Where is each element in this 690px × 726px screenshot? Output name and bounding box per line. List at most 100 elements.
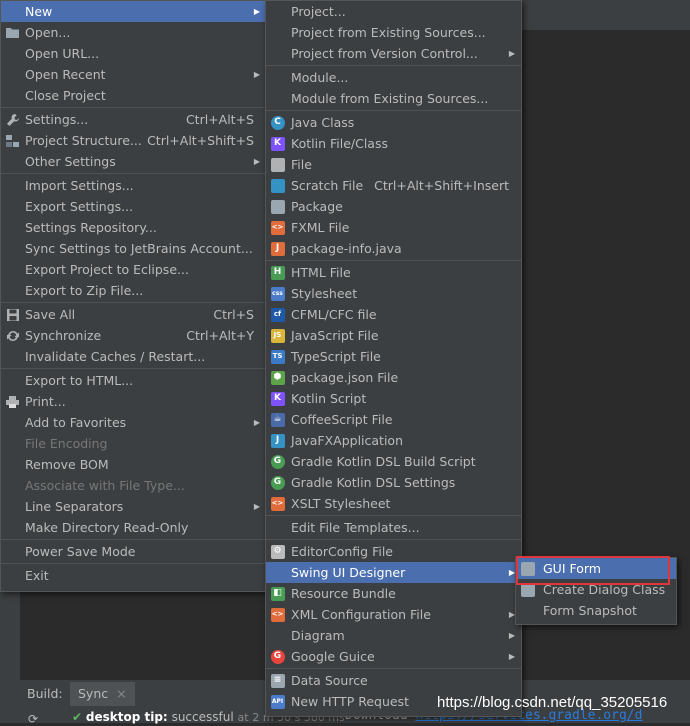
menu-item-settings[interactable]: Settings... Ctrl+Alt+S: [1, 109, 266, 130]
menu-item-label: Kotlin Script: [291, 391, 367, 406]
watermark: https://blog.csdn.net/qq_35205516: [437, 694, 668, 711]
menu-item-label: Export to HTML...: [25, 373, 134, 388]
menu-item-make-directory-read-only[interactable]: Make Directory Read-Only: [1, 517, 266, 538]
menu-item-gradle-kotlin-dsl-settings[interactable]: G Gradle Kotlin DSL Settings: [266, 472, 521, 493]
menu-item-scratch-file[interactable]: Scratch File Ctrl+Alt+Shift+Insert: [266, 175, 521, 196]
menu-item-synchronize[interactable]: Synchronize Ctrl+Alt+Y: [1, 325, 266, 346]
menu-item-associate-with-file-type: Associate with File Type...: [1, 475, 266, 496]
refresh-icon[interactable]: ⟳: [28, 712, 38, 726]
menu-item-module-from-existing-sources[interactable]: Module from Existing Sources...: [266, 88, 521, 109]
menu-separator: [1, 107, 266, 108]
folder-icon: [5, 25, 20, 40]
menu-item-edit-file-templates[interactable]: Edit File Templates...: [266, 517, 521, 538]
menu-item-label: Open...: [25, 25, 71, 40]
menu-item-typescript-file[interactable]: TS TypeScript File: [266, 346, 521, 367]
menu-item-remove-bom[interactable]: Remove BOM: [1, 454, 266, 475]
menu-item-google-guice[interactable]: G Google Guice ▶: [266, 646, 521, 667]
print-icon: [5, 394, 20, 409]
xml-icon: <>: [270, 607, 285, 622]
menu-item-label: Save All: [25, 307, 76, 322]
shortcut-label: Ctrl+Alt+S: [185, 112, 254, 127]
menu-item-xslt-stylesheet[interactable]: <> XSLT Stylesheet: [266, 493, 521, 514]
menu-item-sync-settings-to-jetbrains-account[interactable]: Sync Settings to JetBrains Account...: [1, 238, 266, 259]
menu-item-gradle-kotlin-dsl-build-script[interactable]: G Gradle Kotlin DSL Build Script: [266, 451, 521, 472]
menu-item-power-save-mode[interactable]: Power Save Mode: [1, 541, 266, 562]
menu-item-label: Invalidate Caches / Restart...: [25, 349, 206, 364]
menu-item-add-to-favorites[interactable]: Add to Favorites ▶: [1, 412, 266, 433]
menu-item-label: Kotlin File/Class: [291, 136, 388, 151]
menu-item-project-structure[interactable]: Project Structure... Ctrl+Alt+Shift+S: [1, 130, 266, 151]
menu-item-project-from-existing-sources[interactable]: Project from Existing Sources...: [266, 22, 521, 43]
menu-item-label: Make Directory Read-Only: [25, 520, 189, 535]
menu-item-other-settings[interactable]: Other Settings ▶: [1, 151, 266, 172]
menu-item-label: Export to Zip File...: [25, 283, 144, 298]
menu-item-export-settings[interactable]: Export Settings...: [1, 196, 266, 217]
menu-item-print[interactable]: Print...: [1, 391, 266, 412]
google-icon: G: [270, 649, 285, 664]
menu-item-export-to-html[interactable]: Export to HTML...: [1, 370, 266, 391]
menu-item-file[interactable]: File: [266, 154, 521, 175]
close-icon[interactable]: ×: [116, 686, 126, 701]
menu-separator: [266, 260, 521, 261]
menu-item-export-to-zip-file[interactable]: Export to Zip File...: [1, 280, 266, 301]
menu-item-open[interactable]: Open...: [1, 22, 266, 43]
menu-item-kotlin-file-class[interactable]: K Kotlin File/Class: [266, 133, 521, 154]
tab-sync[interactable]: Sync ×: [70, 682, 135, 706]
menu-item-label: File: [291, 157, 312, 172]
menu-item-javascript-file[interactable]: JS JavaScript File: [266, 325, 521, 346]
menu-item-label: Open Recent: [25, 67, 106, 82]
menu-item-import-settings[interactable]: Import Settings...: [1, 175, 266, 196]
menu-item-label: Form Snapshot: [543, 603, 637, 618]
menu-item-java-class[interactable]: C Java Class: [266, 112, 521, 133]
menu-item-exit[interactable]: Exit: [1, 565, 266, 586]
menu-item-label: Settings...: [25, 112, 89, 127]
check-icon: ✔: [72, 710, 83, 724]
menu-item-kotlin-script[interactable]: K Kotlin Script: [266, 388, 521, 409]
xslt-icon: <>: [270, 496, 285, 511]
menu-item-resource-bundle[interactable]: ◧ Resource Bundle: [266, 583, 521, 604]
nodejs-icon: ⬢: [270, 370, 285, 385]
menu-item-open-recent[interactable]: Open Recent ▶: [1, 64, 266, 85]
menu-item-module[interactable]: Module...: [266, 67, 521, 88]
submenu-arrow-icon: ▶: [253, 157, 260, 166]
menu-item-package-json-file[interactable]: ⬢ package.json File: [266, 367, 521, 388]
coffeescript-icon: ☕: [270, 412, 285, 427]
submenu-arrow-icon: ▶: [253, 418, 260, 427]
menu-item-package[interactable]: Package: [266, 196, 521, 217]
menu-item-label: Package: [291, 199, 343, 214]
fxml-icon: <>: [270, 220, 285, 235]
menu-item-export-project-to-eclipse[interactable]: Export Project to Eclipse...: [1, 259, 266, 280]
menu-item-label: Exit: [25, 568, 49, 583]
menu-item-data-source[interactable]: ≡ Data Source: [266, 670, 521, 691]
menu-item-javafxapplication[interactable]: J JavaFXApplication: [266, 430, 521, 451]
menu-item-new[interactable]: New ▶: [1, 1, 266, 22]
menu-item-xml-configuration-file[interactable]: <> XML Configuration File ▶: [266, 604, 521, 625]
menu-item-diagram[interactable]: Diagram ▶: [266, 625, 521, 646]
menu-item-settings-repository[interactable]: Settings Repository...: [1, 217, 266, 238]
menu-item-open-url[interactable]: Open URL...: [1, 43, 266, 64]
menu-item-project-from-version-control[interactable]: Project from Version Control... ▶: [266, 43, 521, 64]
resource-bundle-icon: ◧: [270, 586, 285, 601]
menu-item-label: Resource Bundle: [291, 586, 396, 601]
menu-item-editorconfig-file[interactable]: ⚙ EditorConfig File: [266, 541, 521, 562]
typescript-icon: TS: [270, 349, 285, 364]
menu-item-fxml-file[interactable]: <> FXML File: [266, 217, 521, 238]
menu-item-label: Module...: [291, 70, 349, 85]
menu-item-label: New HTTP Request: [291, 694, 409, 709]
menu-item-cfml-cfc-file[interactable]: cf CFML/CFC file: [266, 304, 521, 325]
menu-item-coffeescript-file[interactable]: ☕ CoffeeScript File: [266, 409, 521, 430]
menu-item-close-project[interactable]: Close Project: [1, 85, 266, 106]
menu-item-project[interactable]: Project...: [266, 1, 521, 22]
highlight-box: [516, 556, 670, 585]
menu-item-package-info-java[interactable]: Jpackage-info.java: [266, 238, 521, 259]
menu-item-line-separators[interactable]: Line Separators ▶: [1, 496, 266, 517]
menu-item-invalidate-caches-restart[interactable]: Invalidate Caches / Restart...: [1, 346, 266, 367]
sync-tip-label: desktop tip:: [85, 710, 168, 724]
file-icon: [270, 157, 285, 172]
menu-item-save-all[interactable]: Save All Ctrl+S: [1, 304, 266, 325]
menu-item-stylesheet[interactable]: css Stylesheet: [266, 283, 521, 304]
menu-item-swing-ui-designer[interactable]: Swing UI Designer ▶: [266, 562, 521, 583]
menu-item-form-snapshot[interactable]: Form Snapshot: [516, 600, 676, 621]
menu-item-html-file[interactable]: H HTML File: [266, 262, 521, 283]
menu-item-label: Scratch File: [291, 178, 364, 193]
